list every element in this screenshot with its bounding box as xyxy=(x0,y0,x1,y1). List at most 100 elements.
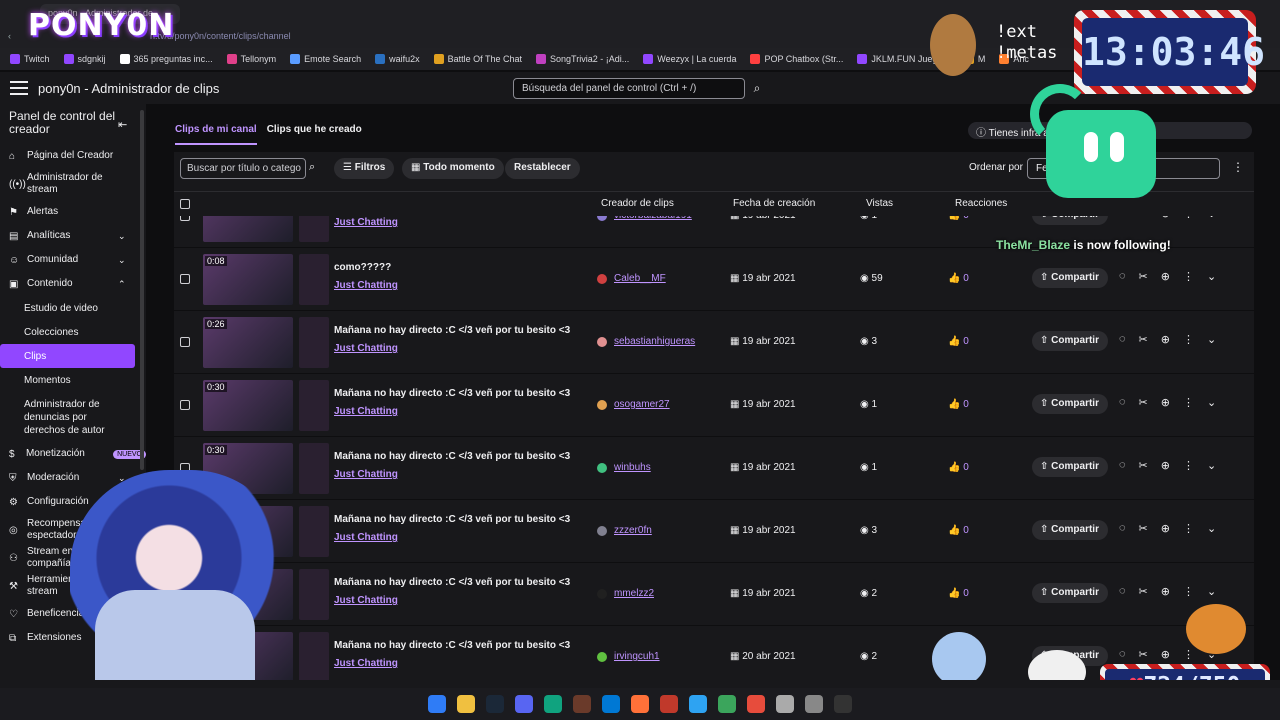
expand-row-icon[interactable]: ⌄ xyxy=(1207,459,1216,472)
bookmark-item[interactable]: waifu2x xyxy=(375,54,420,65)
taskbar-app-icon[interactable] xyxy=(457,695,475,713)
taskbar-app-icon[interactable] xyxy=(631,695,649,713)
filters-button[interactable]: ☰ Filtros xyxy=(334,158,395,179)
taskbar-app-icon[interactable] xyxy=(718,695,736,713)
row-checkbox[interactable] xyxy=(180,274,190,284)
clip-category-link[interactable]: Just Chatting xyxy=(334,343,398,354)
taskbar-app-icon[interactable] xyxy=(544,695,562,713)
clip-thumbnail[interactable]: 0:08 xyxy=(203,254,293,305)
column-reactions[interactable]: Reacciones xyxy=(955,198,1007,209)
table-row[interactable]: Mañana no hay directo :C </3 veñ por tu … xyxy=(174,563,1254,626)
bookmark-item[interactable]: Emote Search xyxy=(290,54,361,65)
taskbar-app-icon[interactable] xyxy=(486,695,504,713)
sidebar-item[interactable]: ▣ Contenido ⌃ xyxy=(0,272,146,296)
creator-link[interactable]: irvingcuh1 xyxy=(614,651,660,662)
taskbar-app-icon[interactable] xyxy=(573,695,591,713)
table-row[interactable]: 0:08 como????? Just Chatting Caleb__MF ▦ 19 … xyxy=(174,248,1254,311)
share-button[interactable]: ⇧ Compartir xyxy=(1032,457,1108,477)
scissors-icon[interactable]: ✂ xyxy=(1139,585,1148,598)
more-icon[interactable]: ⋮ xyxy=(1183,216,1194,220)
bookmark-item[interactable]: sdgnkij xyxy=(63,54,106,65)
creator-link[interactable]: Caleb__MF xyxy=(614,273,666,284)
clip-thumbnail[interactable]: 0:30 xyxy=(203,380,293,431)
share-button[interactable]: ⇧ Compartir xyxy=(1032,394,1108,414)
clip-category-link[interactable]: Just Chatting xyxy=(334,406,398,417)
scissors-icon[interactable]: ✂ xyxy=(1139,216,1148,220)
bookmark-item[interactable]: Tellonym xyxy=(226,54,276,65)
table-row[interactable]: 0:30Mañana no hay directo :C </3 veñ por… xyxy=(174,437,1254,500)
clip-category-link[interactable]: Just Chatting xyxy=(334,532,398,543)
dashboard-search-input[interactable]: Búsqueda del panel de control (Ctrl + /) xyxy=(513,78,745,99)
download-icon[interactable]: ⊕ xyxy=(1161,585,1170,598)
sidebar-subitem[interactable]: Clips xyxy=(0,344,135,368)
clip-reactions[interactable]: 👍 0 xyxy=(948,525,969,536)
select-all-checkbox[interactable] xyxy=(180,199,190,209)
time-range-button[interactable]: ▦ Todo momento xyxy=(402,158,504,179)
back-icon[interactable]: ‹ xyxy=(8,31,11,41)
download-icon[interactable]: ⊕ xyxy=(1161,333,1170,346)
download-icon[interactable]: ⊕ xyxy=(1161,648,1170,661)
table-row[interactable]: 0:Mañana no hay directo :C </3 veñ por t… xyxy=(174,626,1254,680)
table-row[interactable]: 0:26 Mañana no hay directo :C </3 veñ por… xyxy=(174,311,1254,374)
creator-link[interactable]: zzzer0fn xyxy=(614,525,652,536)
more-icon[interactable]: ⋮ xyxy=(1183,522,1194,535)
column-date[interactable]: Fecha de creación xyxy=(733,198,815,209)
taskbar-app-icon[interactable] xyxy=(834,695,852,713)
creator-link[interactable]: winbuhs xyxy=(614,462,651,473)
scissors-icon[interactable]: ✂ xyxy=(1139,396,1148,409)
clip-category-link[interactable]: Just Chatting xyxy=(334,469,398,480)
expand-row-icon[interactable]: ⌄ xyxy=(1207,333,1216,346)
bookmark-item[interactable]: SongTrivia2 - ¡Adi... xyxy=(536,54,629,65)
clip-search-input[interactable]: Buscar por título o catego xyxy=(180,158,306,179)
creator-link[interactable]: mmelzz2 xyxy=(614,588,654,599)
sidebar-item[interactable]: ((•)) Administrador de stream xyxy=(0,168,146,200)
sidebar-subitem[interactable]: Momentos xyxy=(0,368,146,392)
sidebar-subitem[interactable]: Estudio de video xyxy=(0,296,146,320)
clip-category-link[interactable]: Just Chatting xyxy=(334,658,398,669)
download-icon[interactable]: ⊕ xyxy=(1161,396,1170,409)
tab-my-channel-clips[interactable]: Clips de mi canal xyxy=(175,124,257,145)
clip-category-link[interactable]: Just Chatting xyxy=(334,217,398,228)
bookmark-item[interactable]: POP Chatbox (Str... xyxy=(750,54,843,65)
clip-reactions[interactable]: 👍 0 xyxy=(948,273,969,284)
row-checkbox[interactable] xyxy=(180,400,190,410)
download-icon[interactable]: ⊕ xyxy=(1161,270,1170,283)
search-icon[interactable]: ⌕ xyxy=(748,78,766,99)
scissors-icon[interactable]: ✂ xyxy=(1139,333,1148,346)
clip-category-link[interactable]: Just Chatting xyxy=(334,595,398,606)
clip-reactions[interactable]: 👍 0 xyxy=(948,588,969,599)
sidebar-item[interactable]: ⌂ Página del Creador xyxy=(0,144,146,168)
sidebar-item[interactable]: ☺ Comunidad ⌄ xyxy=(0,248,146,272)
sidebar-item[interactable]: $ Monetización NUEVO xyxy=(0,442,146,466)
bookmark-item[interactable]: Battle Of The Chat xyxy=(433,54,522,65)
taskbar-app-icon[interactable] xyxy=(776,695,794,713)
download-icon[interactable]: ⊕ xyxy=(1161,216,1170,220)
clip-category-link[interactable]: Just Chatting xyxy=(334,280,398,291)
sidebar-item[interactable]: ⚑ Alertas xyxy=(0,200,146,224)
taskbar-app-icon[interactable] xyxy=(515,695,533,713)
taskbar-app-icon[interactable] xyxy=(660,695,678,713)
scissors-icon[interactable]: ✂ xyxy=(1139,459,1148,472)
expand-row-icon[interactable]: ⌄ xyxy=(1207,216,1216,220)
taskbar-app-icon[interactable] xyxy=(689,695,707,713)
creator-link[interactable]: osogamer27 xyxy=(614,399,670,410)
scissors-icon[interactable]: ✂ xyxy=(1139,270,1148,283)
reset-button[interactable]: Restablecer xyxy=(505,158,580,179)
more-icon[interactable]: ⋮ xyxy=(1183,459,1194,472)
download-icon[interactable]: ⊕ xyxy=(1161,459,1170,472)
clip-thumbnail[interactable] xyxy=(203,216,293,242)
more-icon[interactable]: ⋮ xyxy=(1183,333,1194,346)
tab-clips-i-created[interactable]: Clips que he creado xyxy=(267,124,362,145)
row-checkbox[interactable] xyxy=(180,216,190,221)
creator-link[interactable]: victorbalzabal191 xyxy=(614,216,692,221)
clip-reactions[interactable]: 👍 0 xyxy=(948,216,969,221)
column-views[interactable]: Vistas xyxy=(866,198,893,209)
table-row[interactable]: 0:30Mañana no hay directo :C </3 veñ por… xyxy=(174,500,1254,563)
taskbar-app-icon[interactable] xyxy=(602,695,620,713)
table-row[interactable]: 0:30Mañana no hay directo :C </3 veñ por… xyxy=(174,374,1254,437)
clip-reactions[interactable]: 👍 0 xyxy=(948,399,969,410)
creator-link[interactable]: sebastianhigueras xyxy=(614,336,695,347)
clip-reactions[interactable]: 👍 0 xyxy=(948,336,969,347)
bookmark-item[interactable]: Twitch xyxy=(10,54,50,65)
expand-row-icon[interactable]: ⌄ xyxy=(1207,270,1216,283)
